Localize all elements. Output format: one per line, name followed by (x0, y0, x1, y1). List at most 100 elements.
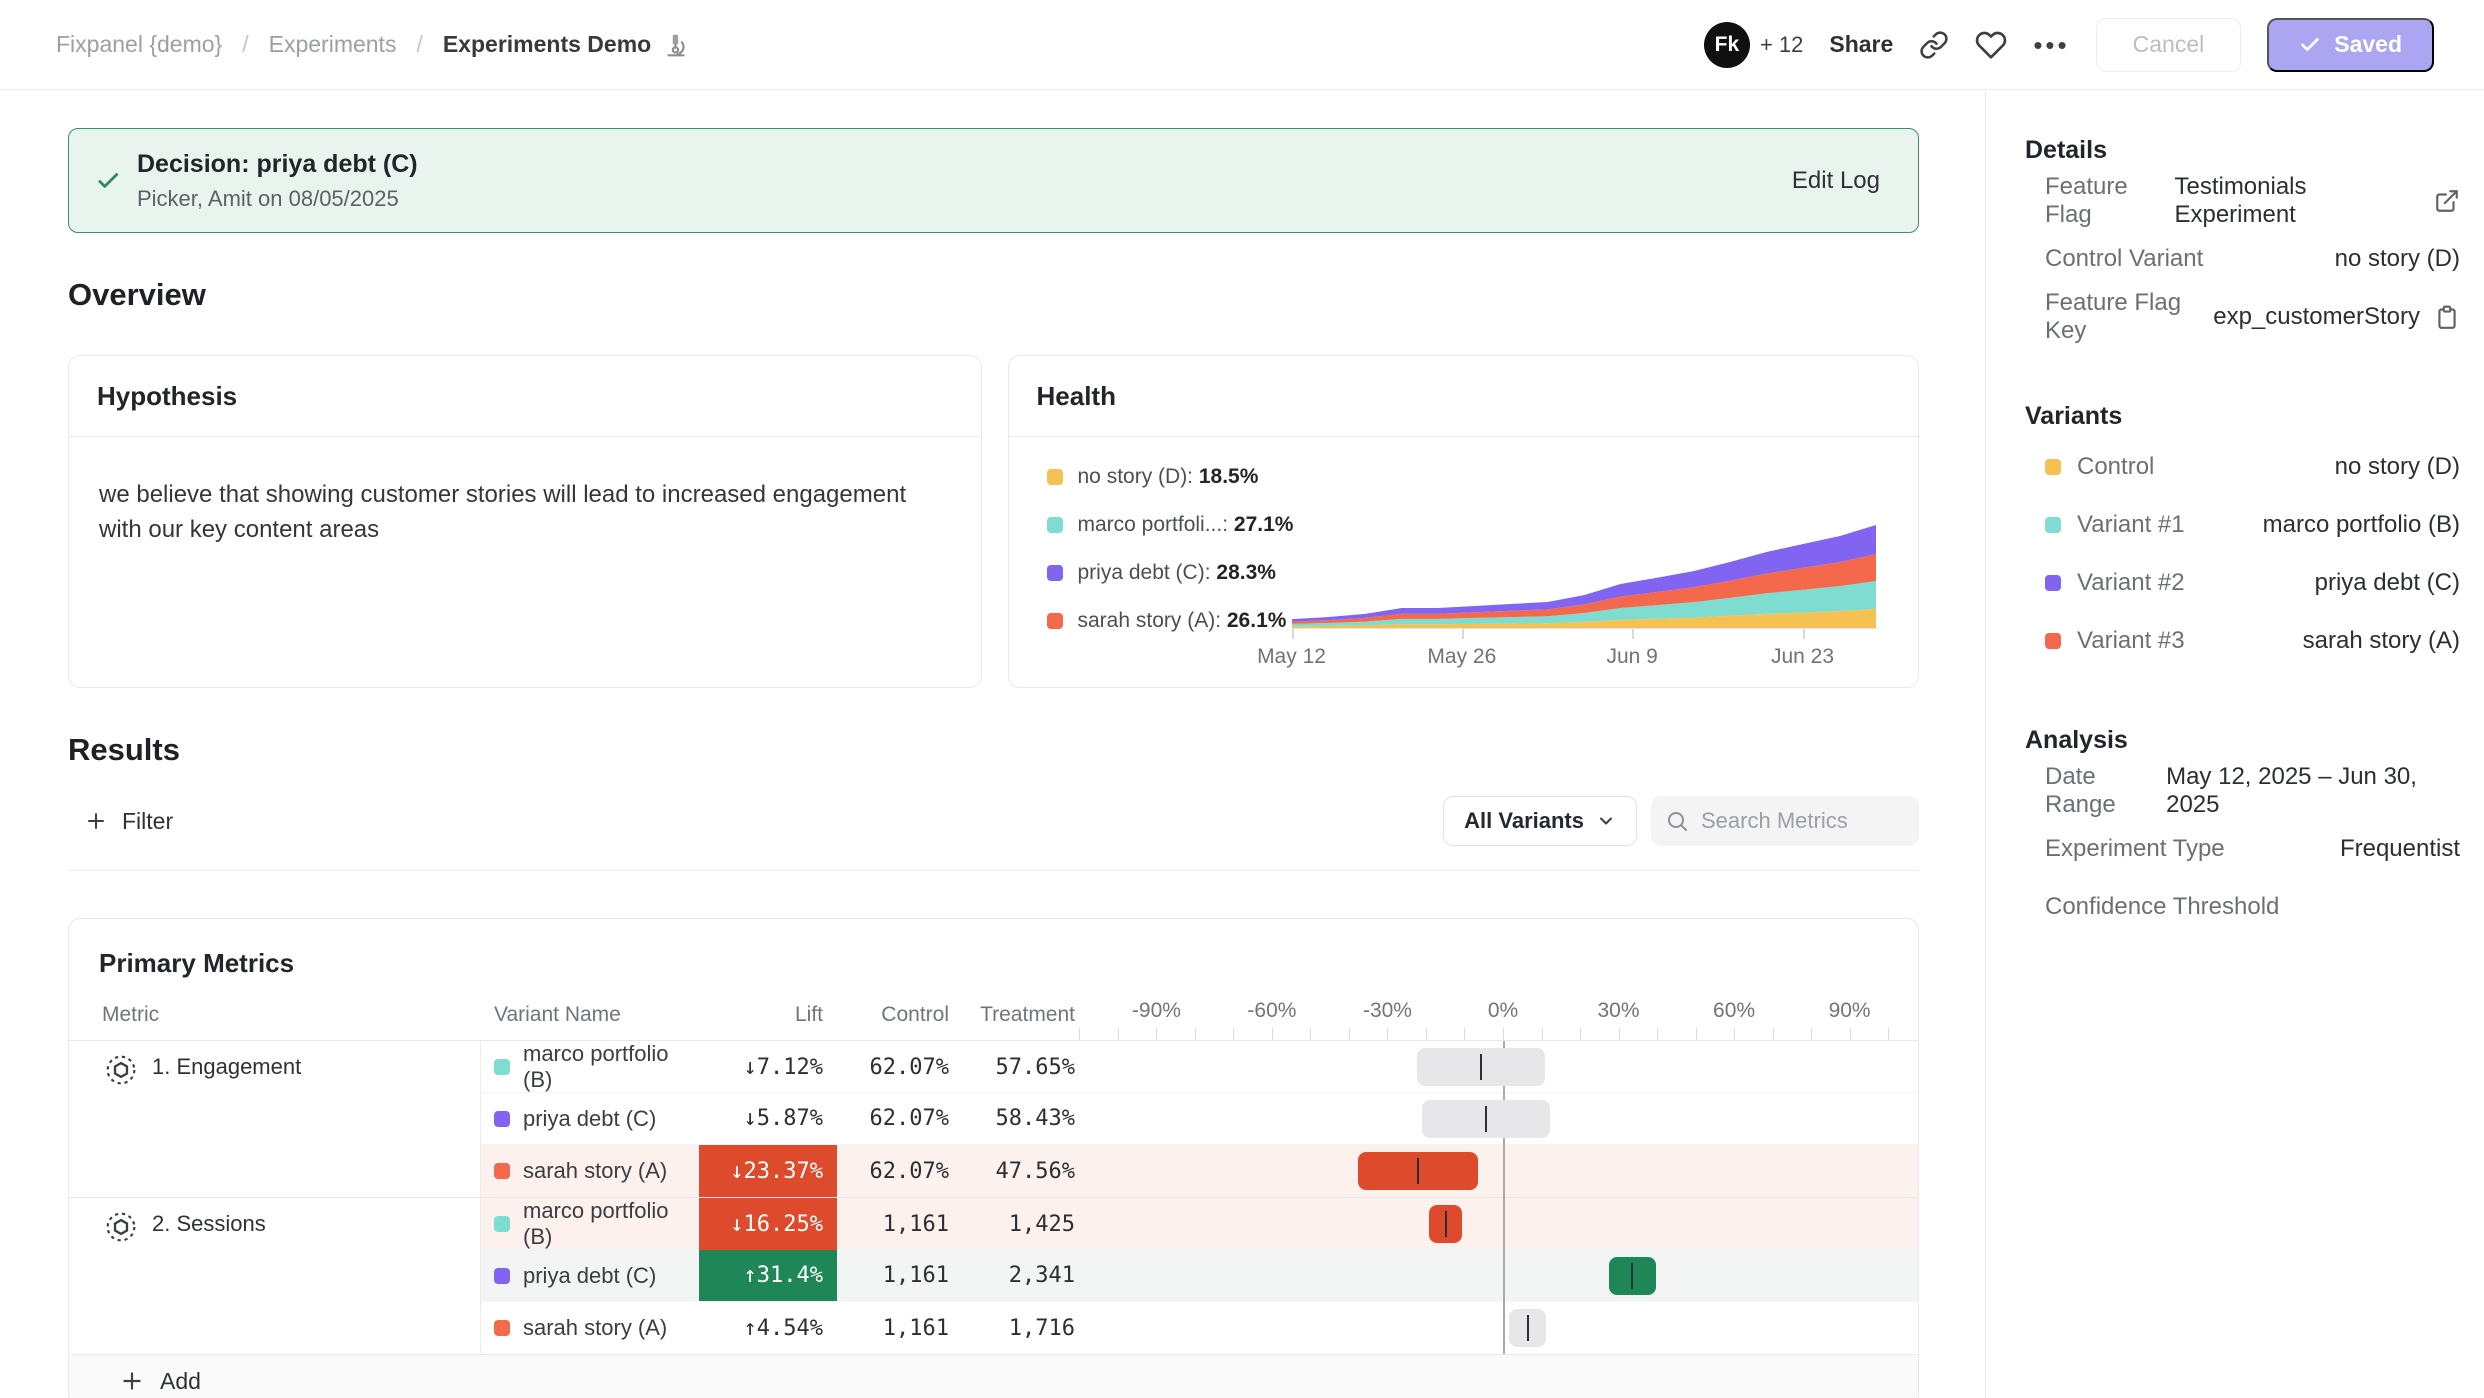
x-axis-label: Jun 23 (1771, 645, 1834, 669)
variant-swatch-icon (494, 1320, 510, 1336)
variant-name: sarah story (A) (523, 1315, 667, 1341)
plus-icon (84, 809, 108, 833)
primary-metrics-card: Primary Metrics Metric Variant Name Lift… (68, 918, 1919, 1398)
legend-swatch-icon (1047, 469, 1063, 485)
x-axis-line (1292, 628, 1878, 629)
control-cell: 62.07% (837, 1093, 963, 1144)
sidebar-row-value-text: marco portfolio (B) (2263, 511, 2460, 539)
saved-label: Saved (2334, 31, 2402, 58)
breadcrumb-project[interactable]: Fixpanel {demo} (56, 31, 222, 58)
favorite-heart-icon[interactable] (1975, 29, 2007, 61)
share-button[interactable]: Share (1829, 31, 1893, 58)
search-metrics-box (1651, 796, 1919, 846)
details-sidebar: Details Feature FlagTestimonials Experim… (1987, 90, 2484, 1398)
ci-point-mark (1417, 1158, 1419, 1184)
legend-item: sarah story (A): 26.1% (1047, 597, 1294, 645)
analysis-row: Experiment TypeFrequentist (2025, 820, 2460, 878)
ci-cell (1083, 1302, 1918, 1354)
plus-icon (119, 1368, 145, 1394)
variant-name-cell: marco portfolio (B) (481, 1041, 699, 1093)
decision-subtitle: Picker, Amit on 08/05/2025 (137, 186, 418, 212)
axis-minor-tick (1426, 1028, 1427, 1040)
microscope-icon (663, 32, 689, 58)
metric-group: 2. Sessions marco portfolio (B)↓16.25%1,1… (69, 1197, 1918, 1354)
hypothesis-title: Hypothesis (69, 356, 981, 437)
add-metric-button[interactable]: Add (69, 1354, 1918, 1398)
variants-dropdown[interactable]: All Variants (1443, 796, 1637, 846)
table-row[interactable]: marco portfolio (B)↓7.12%62.07%57.65% (481, 1041, 1918, 1093)
sidebar-row-value-text: Frequentist (2340, 835, 2460, 863)
variant-name: sarah story (A) (523, 1158, 667, 1184)
control-cell: 62.07% (837, 1041, 963, 1093)
edit-log-button[interactable]: Edit Log (1792, 167, 1880, 195)
copy-link-icon[interactable] (1919, 30, 1949, 60)
ci-cell (1083, 1041, 1918, 1093)
experiment-page: Fixpanel {demo} / Experiments / Experime… (0, 0, 2484, 1398)
detail-row: Feature FlagTestimonials Experiment (2025, 172, 2460, 230)
variant-name-cell: priya debt (C) (481, 1093, 699, 1144)
search-metrics-input[interactable] (1699, 807, 1905, 835)
table-header: Metric Variant Name Lift Control Treatme… (69, 990, 1918, 1041)
ci-point-mark (1445, 1211, 1447, 1237)
breadcrumb: Fixpanel {demo} / Experiments / Experime… (56, 31, 689, 58)
column-header-control: Control (837, 1003, 963, 1027)
treatment-cell: 58.43% (963, 1093, 1083, 1144)
axis-minor-tick (1542, 1028, 1543, 1040)
lift-badge: ↓23.37% (699, 1145, 837, 1197)
chevron-down-icon (1596, 811, 1616, 831)
lift-badge: ↑31.4% (699, 1250, 837, 1301)
ci-cell (1083, 1250, 1918, 1301)
variant-swatch-icon (494, 1268, 510, 1284)
axis-tick-label: 0% (1488, 999, 1518, 1023)
ci-bar (1417, 1048, 1545, 1086)
table-row[interactable]: priya debt (C)↑31.4%1,1612,341 (481, 1250, 1918, 1302)
analysis-rows: Date RangeMay 12, 2025 – Jun 30, 2025Exp… (2025, 762, 2460, 936)
decision-text: Decision: priya debt (C) Picker, Amit on… (137, 150, 418, 212)
metric-name: 2. Sessions (152, 1211, 266, 1354)
axis-tick-label: -30% (1363, 999, 1412, 1023)
sidebar-row-value-text: no story (D) (2335, 453, 2460, 481)
x-axis-tick (1632, 629, 1634, 639)
metric-rows: marco portfolio (B)↓7.12%62.07%57.65%pri… (481, 1041, 1918, 1197)
saved-button[interactable]: Saved (2267, 18, 2434, 72)
breadcrumb-experiments[interactable]: Experiments (269, 31, 397, 58)
health-card: Health no story (D): 18.5%marco portfoli… (1008, 355, 1920, 688)
table-row[interactable]: priya debt (C)↓5.87%62.07%58.43% (481, 1093, 1918, 1145)
legend-value: 28.3% (1216, 561, 1276, 584)
sidebar-row-label: Control (2077, 453, 2154, 481)
sidebar-row-label: Confidence Threshold (2045, 893, 2279, 921)
avatar[interactable]: Fk (1704, 22, 1750, 68)
sidebar-row-value: no story (D) (2335, 245, 2460, 273)
add-filter-button[interactable]: Filter (68, 808, 173, 835)
axis-minor-tick (1272, 1028, 1273, 1040)
more-options-icon[interactable]: ••• (2033, 32, 2069, 58)
results-controls: Filter All Variants (68, 796, 1919, 846)
lift-cell: ↓5.87% (699, 1093, 837, 1144)
results-heading: Results (68, 730, 1919, 770)
breadcrumb-separator: / (416, 31, 422, 58)
top-bar: Fixpanel {demo} / Experiments / Experime… (0, 0, 2484, 90)
legend-swatch-icon (1047, 613, 1063, 629)
variant-swatch-icon (2045, 633, 2061, 649)
variant-name: marco portfolio (B) (523, 1198, 699, 1250)
collaborators-count[interactable]: + 12 (1760, 32, 1803, 58)
sidebar-row-value-text: exp_customerStory (2213, 303, 2420, 331)
legend-value: 27.1% (1234, 513, 1294, 536)
header-actions: Fk + 12 Share ••• Cancel Saved (1704, 18, 2434, 72)
legend-label: sarah story (A): 26.1% (1078, 609, 1287, 633)
table-row[interactable]: sarah story (A)↓23.37%62.07%47.56% (481, 1145, 1918, 1197)
variant-name-cell: marco portfolio (B) (481, 1198, 699, 1250)
external-link-icon[interactable] (2434, 188, 2460, 214)
ci-bar (1429, 1205, 1462, 1243)
variant-name-cell: priya debt (C) (481, 1250, 699, 1301)
axis-minor-tick (1580, 1028, 1581, 1040)
clipboard-icon[interactable] (2434, 304, 2460, 330)
detail-row: Feature Flag Keyexp_customerStory (2025, 288, 2460, 346)
sidebar-row-label: Variant #2 (2077, 569, 2185, 597)
primary-metrics-table-body: 1. Engagementmarco portfolio (B)↓7.12%62… (69, 1041, 1918, 1354)
axis-minor-tick (1503, 1028, 1504, 1040)
table-row[interactable]: sarah story (A)↑4.54%1,1611,716 (481, 1302, 1918, 1354)
variant-row: Control no story (D) (2025, 438, 2460, 496)
cancel-button[interactable]: Cancel (2096, 18, 2242, 72)
table-row[interactable]: marco portfolio (B)↓16.25%1,1611,425 (481, 1198, 1918, 1250)
